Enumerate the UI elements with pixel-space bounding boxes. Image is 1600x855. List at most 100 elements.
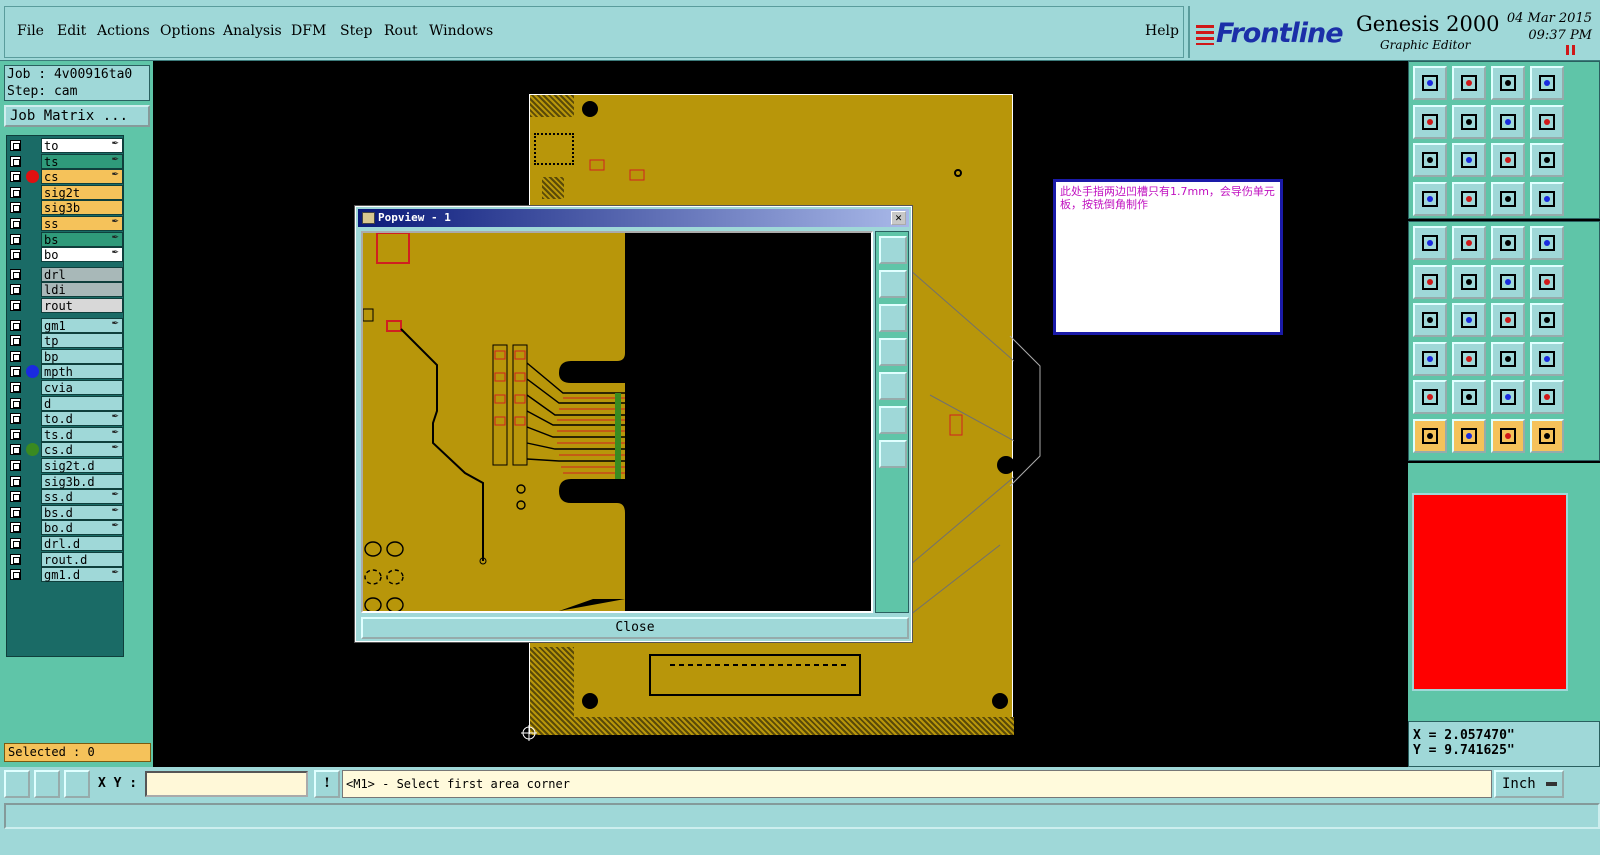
layer-checkbox[interactable]: [10, 382, 21, 393]
layer-checkbox[interactable]: [10, 538, 21, 549]
xy-input[interactable]: [145, 771, 308, 797]
layer-row-gm1[interactable]: gm1 ✒: [7, 317, 123, 333]
layer-checkbox[interactable]: [10, 366, 21, 378]
layer-checkbox[interactable]: [10, 284, 21, 296]
popview-pan-left-icon[interactable]: [879, 338, 907, 366]
menu-rout[interactable]: Rout: [384, 23, 418, 39]
delete-icon[interactable]: [1452, 264, 1486, 299]
layer-checkbox[interactable]: [10, 171, 21, 183]
layer-checkbox[interactable]: [10, 186, 21, 198]
group-icon[interactable]: [1530, 341, 1564, 376]
grid-icon[interactable]: [64, 770, 90, 798]
layer-row-sig2t-d[interactable]: sig2t.d: [7, 458, 123, 473]
layer-row-bp[interactable]: bp: [7, 348, 123, 364]
fill-c-icon[interactable]: [1491, 380, 1525, 414]
tool-settings-icon[interactable]: [1413, 181, 1447, 216]
undo-icon[interactable]: [1491, 104, 1525, 139]
pan-left-icon[interactable]: [1413, 104, 1447, 139]
menu-step[interactable]: Step: [340, 23, 372, 39]
layer-checkbox[interactable]: [10, 335, 21, 347]
layer-row-tp[interactable]: tp: [7, 333, 123, 349]
alert-icon[interactable]: !: [314, 770, 340, 798]
layer-checkbox[interactable]: [10, 155, 21, 167]
layer-checkbox[interactable]: [10, 140, 21, 151]
menu-help[interactable]: Help: [1145, 23, 1179, 39]
pan-down-icon[interactable]: [1452, 66, 1486, 100]
menu-windows[interactable]: Windows: [429, 23, 493, 39]
layer-name[interactable]: tp: [41, 333, 123, 349]
minimap[interactable]: [1408, 463, 1600, 721]
layer-row-sig3b-d[interactable]: sig3b.d: [7, 473, 123, 489]
layer-row-drl-d[interactable]: drl.d: [7, 536, 123, 551]
layer-row-cs-d[interactable]: cs.d ✒: [7, 442, 123, 458]
connect-icon[interactable]: [1413, 264, 1447, 299]
copy-icon[interactable]: [1530, 264, 1564, 299]
layer-row-ldi[interactable]: ldi: [7, 282, 123, 298]
close-icon[interactable]: ✕: [891, 211, 906, 225]
layer-row-to-d[interactable]: to.d ✒: [7, 411, 123, 427]
menu-file[interactable]: File: [17, 23, 44, 39]
job-matrix-button[interactable]: Job Matrix ...: [4, 105, 150, 127]
window-icon[interactable]: [1530, 66, 1564, 100]
angle-icon[interactable]: [1413, 303, 1447, 337]
menu-options[interactable]: Options: [160, 23, 215, 39]
popview-zoom-out-icon[interactable]: [879, 440, 907, 468]
layer-row-sig2t[interactable]: sig2t: [7, 184, 123, 200]
layer-checkbox[interactable]: [10, 300, 21, 311]
layer-row-drl[interactable]: drl: [7, 266, 123, 282]
move-icon[interactable]: [1491, 264, 1525, 299]
snap-icon[interactable]: [4, 770, 30, 798]
select-area-icon[interactable]: [1452, 418, 1486, 453]
layer-row-ss[interactable]: ss ✒: [7, 216, 123, 231]
popview-titlebar[interactable]: Popview - 1 ✕: [358, 209, 909, 227]
layer-row-rout[interactable]: rout: [7, 298, 123, 313]
menu-actions[interactable]: Actions: [97, 23, 150, 39]
grid-icon[interactable]: [1452, 181, 1486, 216]
pan-right-icon[interactable]: [1452, 104, 1486, 139]
fill-a-icon[interactable]: [1413, 380, 1447, 414]
layer-row-bo[interactable]: bo ✒: [7, 247, 123, 263]
measure-icon[interactable]: [1491, 226, 1525, 260]
add-circle-icon[interactable]: [1530, 226, 1564, 260]
pad-move-icon[interactable]: [1413, 341, 1447, 376]
select-net-icon[interactable]: [1491, 418, 1525, 453]
layer-row-d[interactable]: d: [7, 395, 123, 411]
home-icon[interactable]: [1491, 66, 1525, 100]
menu-analysis[interactable]: Analysis: [223, 23, 282, 39]
layer-row-ts[interactable]: ts ✒: [7, 153, 123, 169]
menu-dfm[interactable]: DFM: [291, 23, 326, 39]
query-icon[interactable]: [1530, 143, 1564, 177]
measure-icon[interactable]: [34, 770, 60, 798]
redo-icon[interactable]: [1530, 104, 1564, 139]
layer-checkbox[interactable]: [10, 475, 21, 487]
layer-name[interactable]: cvia: [41, 380, 123, 395]
pan-up-icon[interactable]: [1413, 66, 1447, 100]
popview-zoom-in-icon[interactable]: [879, 406, 907, 434]
layer-checkbox[interactable]: [10, 460, 21, 471]
rotate-icon[interactable]: [1491, 303, 1525, 337]
layer-name[interactable]: rout: [41, 298, 123, 313]
popview-pan-up-icon[interactable]: [879, 270, 907, 298]
layer-name[interactable]: sig2t.d: [41, 458, 123, 473]
resize-icon[interactable]: [1452, 341, 1486, 376]
layer-name[interactable]: sig3b.d: [41, 473, 123, 489]
layer-checkbox[interactable]: [10, 268, 21, 280]
layer-checkbox[interactable]: [10, 319, 21, 331]
layer-checkbox[interactable]: [10, 249, 21, 261]
popview-pan-right-icon[interactable]: [879, 372, 907, 400]
layer-name[interactable]: sig2t: [41, 184, 123, 200]
fill-b-icon[interactable]: [1452, 380, 1486, 414]
zoom-fit-icon[interactable]: [1413, 143, 1447, 177]
select-step-icon[interactable]: [1530, 418, 1564, 453]
line-icon[interactable]: [1452, 303, 1486, 337]
layer-name[interactable]: drl.d: [41, 536, 123, 551]
layer-row-bs[interactable]: bs ✒: [7, 231, 123, 247]
layer-checkbox[interactable]: [10, 506, 21, 518]
layer-checkbox[interactable]: [10, 444, 21, 456]
layer-row-to[interactable]: to ✒: [7, 138, 123, 153]
layer-name[interactable]: ldi: [41, 282, 123, 298]
layer-name[interactable]: sig3b: [41, 200, 123, 216]
layer-checkbox[interactable]: [10, 218, 21, 229]
pause-icon[interactable]: [1566, 44, 1578, 55]
layer-name[interactable]: rout.d: [41, 551, 123, 567]
